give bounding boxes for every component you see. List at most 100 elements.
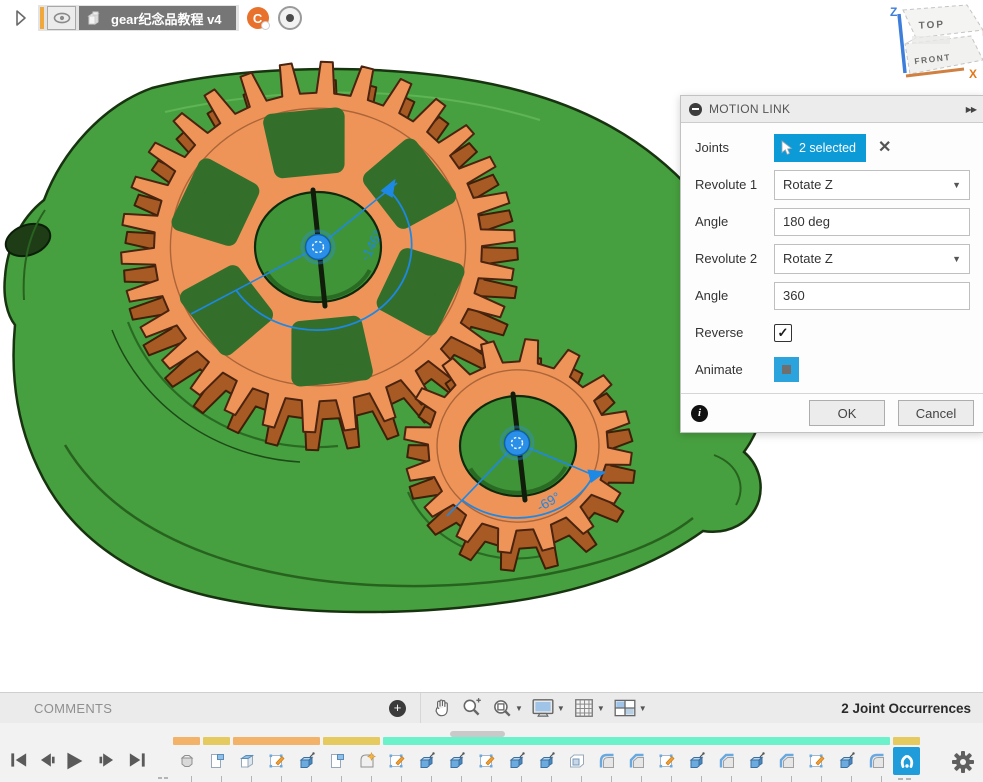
chevron-down-icon: ▼ (515, 704, 523, 713)
navigation-toolbar: ▼ ▼ ▼ (429, 695, 649, 721)
timeline-tick (671, 776, 672, 782)
timeline-group-bar[interactable] (203, 737, 230, 745)
timeline-item-extrude[interactable] (293, 747, 320, 775)
grid-settings-button[interactable]: ▼ (571, 695, 607, 721)
revolute1-dropdown[interactable]: Rotate Z ▼ (774, 170, 970, 200)
fusion-app-window: -146°-69° gear纪念品教程 v4 (0, 0, 983, 782)
timeline-tick (431, 776, 432, 782)
timeline-group-bar[interactable] (233, 737, 320, 745)
reverse-checkbox[interactable]: ✓ (774, 324, 792, 342)
add-comment-button[interactable]: + (389, 700, 406, 717)
timeline-tick (821, 776, 822, 782)
timeline-item-base[interactable] (173, 747, 200, 775)
timeline-tick (551, 776, 552, 782)
document-strip: gear纪念品教程 v4 (38, 5, 239, 31)
timeline-tick (191, 776, 192, 782)
magnifier-plusminus-icon (461, 697, 483, 719)
clear-selection-icon[interactable]: ✕ (878, 140, 891, 156)
timeline-item-extrude[interactable] (443, 747, 470, 775)
timeline-settings-gear-icon[interactable] (950, 749, 976, 775)
joints-selection-button[interactable]: 2 selected (774, 134, 866, 162)
joint-occurrences-status: 2 Joint Occurrences (841, 701, 971, 716)
chevron-down-icon: ▼ (952, 254, 961, 264)
viewports-icon (613, 697, 637, 719)
joint-marker-small[interactable] (505, 431, 530, 456)
viewports-button[interactable]: ▼ (611, 695, 649, 721)
grid-icon (573, 697, 595, 719)
timeline-item-extrude[interactable] (683, 747, 710, 775)
dialog-grip-icon[interactable] (689, 103, 702, 116)
info-icon[interactable]: i (691, 405, 708, 422)
timeline-tick (641, 776, 642, 782)
timeline-item-boundary[interactable] (563, 747, 590, 775)
viewcube[interactable]: TOP FRONT Z X (870, 0, 983, 90)
timeline-tick (521, 776, 522, 782)
collaborator-badge[interactable]: C (247, 7, 269, 29)
z-axis-label: Z (890, 5, 897, 19)
timeline-item-sketch[interactable] (473, 747, 500, 775)
timeline-group-bar[interactable] (383, 737, 890, 745)
timeline-item-extrude[interactable] (503, 747, 530, 775)
revolute2-dropdown[interactable]: Rotate Z ▼ (774, 244, 970, 274)
angle2-input[interactable] (774, 282, 970, 310)
timeline-item-box[interactable] (233, 747, 260, 775)
zoom-tool-button[interactable] (459, 695, 485, 721)
timeline-item-plane[interactable] (323, 747, 350, 775)
timeline-group-bar[interactable] (323, 737, 380, 745)
timeline-item-fillet[interactable] (863, 747, 890, 775)
fit-tool-button[interactable]: ▼ (489, 695, 525, 721)
comments-label: COMMENTS (34, 701, 112, 716)
timeline-item-extrude[interactable] (743, 747, 770, 775)
record-indicator-icon[interactable] (278, 6, 302, 30)
timeline-item-sketch[interactable] (653, 747, 680, 775)
pan-tool-button[interactable] (429, 695, 455, 721)
cancel-button[interactable]: Cancel (898, 400, 974, 426)
timeline-item-fillet[interactable] (593, 747, 620, 775)
visibility-button[interactable] (47, 6, 76, 30)
revolute2-value: Rotate Z (783, 251, 952, 266)
timeline-item-extrude[interactable] (533, 747, 560, 775)
revolute1-value: Rotate Z (783, 177, 952, 192)
active-doc-indicator (40, 7, 44, 29)
timeline-item-chamfer[interactable] (623, 747, 650, 775)
dialog-expand-icon[interactable]: ▶▶ (966, 105, 976, 114)
joints-selected-count: 2 selected (799, 141, 856, 155)
hand-icon (431, 697, 453, 719)
ok-button[interactable]: OK (809, 400, 885, 426)
comments-panel-header[interactable]: COMMENTS + (0, 693, 421, 723)
document-tab[interactable]: gear纪念品教程 v4 (79, 6, 236, 30)
timeline-item-plane[interactable] (203, 747, 230, 775)
timeline-scrollbar[interactable] (450, 731, 505, 737)
timeline-item-sketch[interactable] (383, 747, 410, 775)
timeline-tick (221, 776, 222, 782)
timeline-tick (791, 776, 792, 782)
display-settings-button[interactable]: ▼ (529, 695, 567, 721)
timeline-item-extrude[interactable] (833, 747, 860, 775)
motion-link-dialog: MOTION LINK ▶▶ Joints 2 selected ✕ Revol… (680, 95, 983, 433)
timeline-item-joint[interactable] (893, 747, 920, 775)
timeline-tick (731, 776, 732, 782)
timeline-item-component[interactable] (353, 747, 380, 775)
stop-icon (782, 365, 791, 374)
timeline-group-bar[interactable] (893, 737, 920, 745)
angle1-input[interactable] (774, 208, 970, 236)
timeline-tick (251, 776, 252, 782)
timeline-group-bar[interactable] (173, 737, 200, 745)
dialog-header[interactable]: MOTION LINK ▶▶ (681, 96, 983, 123)
timeline-dash (898, 778, 903, 780)
timeline-item-extrude[interactable] (413, 747, 440, 775)
document-toolbar: gear纪念品教程 v4 C (0, 0, 302, 36)
timeline-item-chamfer[interactable] (713, 747, 740, 775)
animate-label: Animate (695, 362, 774, 377)
joint-marker-large[interactable] (306, 235, 331, 260)
browser-expand-arrow[interactable] (14, 9, 28, 27)
joints-label: Joints (695, 140, 774, 155)
cursor-icon (780, 140, 793, 156)
timeline-item-sketch[interactable] (803, 747, 830, 775)
timeline-tick (311, 776, 312, 782)
document-title: gear纪念品教程 v4 (111, 9, 222, 28)
animate-stop-button[interactable] (774, 357, 799, 382)
timeline-item-chamfer[interactable] (773, 747, 800, 775)
large-gear-spoke-hole (272, 116, 335, 169)
timeline-item-sketch[interactable] (263, 747, 290, 775)
